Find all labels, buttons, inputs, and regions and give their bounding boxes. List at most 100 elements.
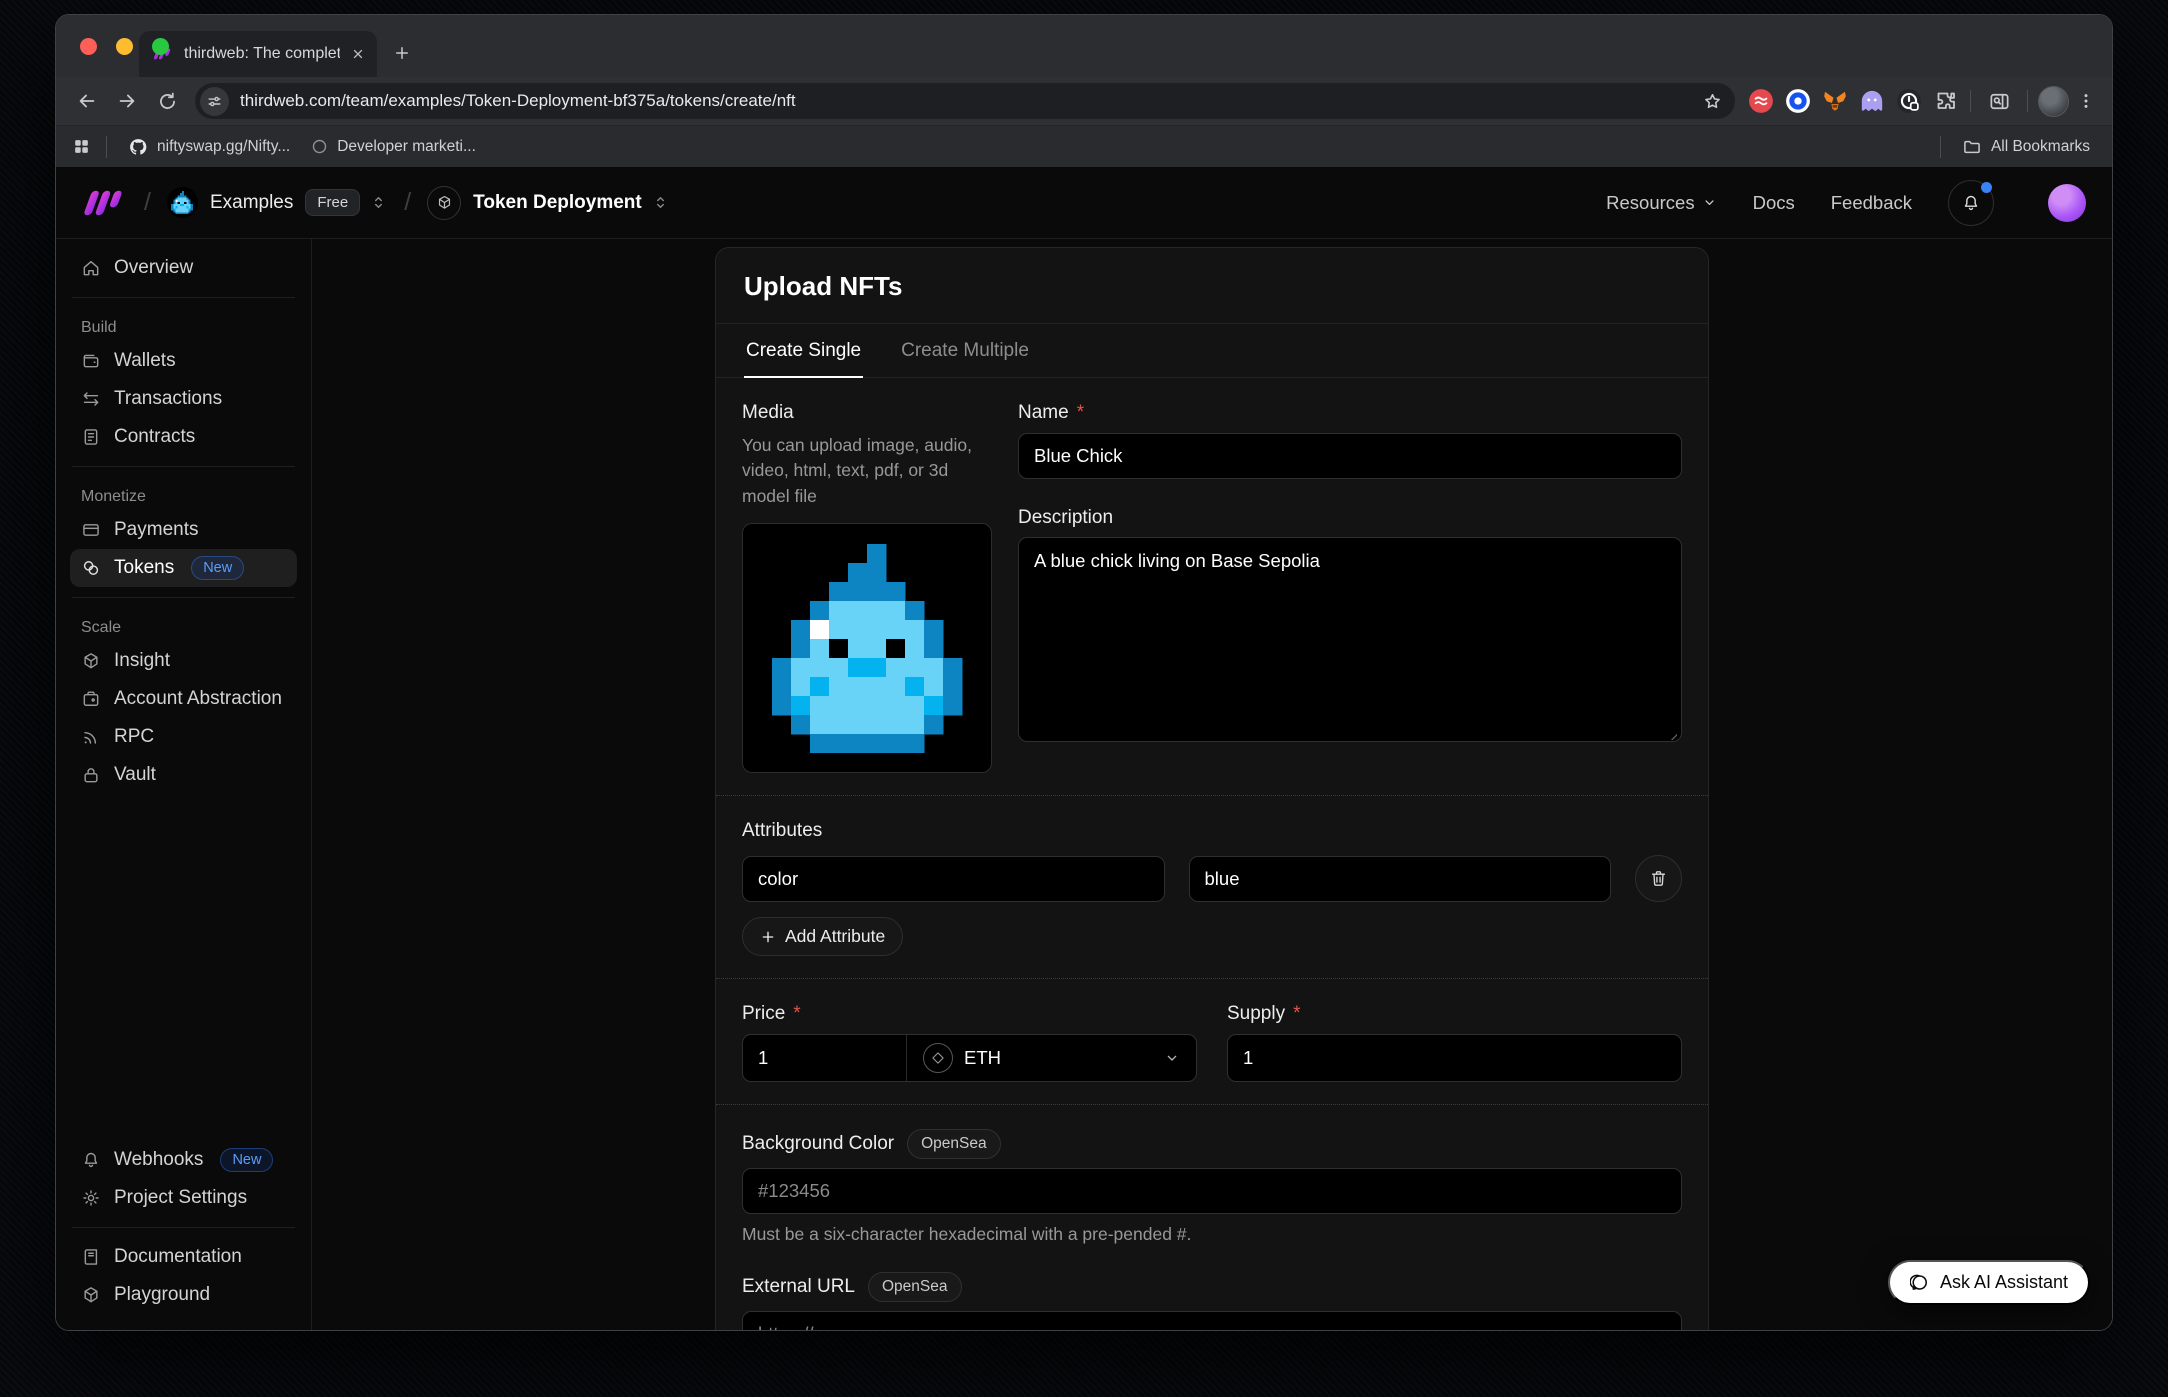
media-helper: You can upload image, audio, video, html… (742, 433, 992, 509)
tokens-icon (81, 558, 101, 578)
description-textarea[interactable]: A blue chick living on Base Sepolia (1018, 537, 1682, 742)
tab-create-single[interactable]: Create Single (744, 324, 863, 377)
browser-profile-avatar[interactable] (2038, 86, 2069, 117)
supply-input[interactable] (1227, 1034, 1682, 1082)
arrows-swap-icon (81, 389, 101, 409)
currency-select[interactable]: ETH (907, 1035, 1196, 1081)
plan-badge: Free (305, 189, 360, 216)
resources-menu[interactable]: Resources (1606, 192, 1716, 214)
external-url-input[interactable] (742, 1311, 1682, 1331)
sidebar-item-transactions[interactable]: Transactions (70, 380, 297, 418)
sidebar-section-build: Build (70, 319, 297, 337)
description-label: Description (1018, 507, 1682, 529)
add-attribute-button[interactable]: Add Attribute (742, 917, 903, 956)
breadcrumb-separator: / (404, 188, 411, 217)
side-panel-search-icon[interactable] (1981, 83, 2017, 119)
sidebar-divider (72, 597, 295, 598)
attribute-name-input[interactable] (742, 856, 1165, 902)
new-tab-button[interactable] (393, 44, 411, 62)
new-badge: New (220, 1148, 273, 1172)
media-section: Media You can upload image, audio, video… (716, 378, 1708, 795)
reload-button[interactable] (149, 83, 185, 119)
browser-menu-icon[interactable] (2073, 91, 2099, 111)
apps-grid-icon[interactable] (72, 137, 91, 156)
extension-icon-phantom[interactable] (1858, 87, 1886, 115)
project-switcher-icon[interactable] (651, 193, 670, 212)
sidebar-item-contracts[interactable]: Contracts (70, 418, 297, 456)
sidebar-item-payments[interactable]: Payments (70, 511, 297, 549)
required-marker: * (1293, 1003, 1300, 1025)
extension-icon-blue-target[interactable] (1784, 87, 1812, 115)
fullscreen-window-button[interactable] (152, 38, 169, 55)
breadcrumb-team-name[interactable]: Examples (210, 192, 293, 214)
briefcase-icon (81, 689, 101, 709)
sidebar-item-playground[interactable]: Playground (70, 1276, 297, 1314)
delete-attribute-button[interactable] (1635, 855, 1682, 902)
folder-icon (1962, 137, 1982, 157)
new-badge: New (191, 556, 244, 580)
credit-card-icon (81, 520, 101, 540)
name-label: Name* (1018, 402, 1682, 424)
sidebar-item-insight[interactable]: Insight (70, 642, 297, 680)
minimize-window-button[interactable] (116, 38, 133, 55)
name-input[interactable] (1018, 433, 1682, 479)
sidebar-item-overview[interactable]: Overview (70, 249, 297, 287)
all-bookmarks-button[interactable]: All Bookmarks (1956, 137, 2096, 157)
sidebar-section-monetize: Monetize (70, 488, 297, 506)
tab-close-icon[interactable] (351, 47, 365, 61)
all-bookmarks-label: All Bookmarks (1991, 138, 2090, 156)
ask-ai-assistant-button[interactable]: Ask AI Assistant (1888, 1260, 2090, 1305)
wallet-icon (81, 351, 101, 371)
docs-link[interactable]: Docs (1753, 192, 1795, 214)
sidebar-divider (72, 466, 295, 467)
sidebar-item-documentation[interactable]: Documentation (70, 1238, 297, 1276)
attribute-row (742, 855, 1682, 902)
app-header: / Examples Free / Token Deployment Resou (56, 167, 2112, 239)
tab-title: thirdweb: The complete web3... (184, 45, 340, 63)
site-settings-icon[interactable] (200, 87, 229, 116)
tab-create-multiple[interactable]: Create Multiple (899, 324, 1031, 377)
breadcrumb-project-name[interactable]: Token Deployment (473, 192, 642, 214)
team-switcher-icon[interactable] (369, 193, 388, 212)
background-color-helper: Must be a six-character hexadecimal with… (742, 1222, 1682, 1247)
sidebar-item-project-settings[interactable]: Project Settings (70, 1179, 297, 1217)
extension-icon-red[interactable] (1747, 87, 1775, 115)
price-group: ETH (742, 1034, 1197, 1082)
breadcrumb-separator: / (144, 188, 151, 217)
account-avatar[interactable] (2048, 184, 2086, 222)
close-window-button[interactable] (80, 38, 97, 55)
back-button[interactable] (69, 83, 105, 119)
currency-value: ETH (964, 1047, 1001, 1069)
sidebar: Overview Build Wallets Transactions Co (56, 239, 312, 1330)
desktop: thirdweb: The complete web3... (0, 0, 2168, 1397)
address-bar[interactable]: thirdweb.com/team/examples/Token-Deploym… (195, 83, 1735, 119)
sidebar-item-wallets[interactable]: Wallets (70, 342, 297, 380)
media-preview[interactable] (742, 523, 992, 773)
browser-tab[interactable]: thirdweb: The complete web3... (139, 31, 377, 77)
background-color-input[interactable] (742, 1168, 1682, 1214)
bookmark-developer-marketing[interactable]: Developer marketi... (305, 138, 482, 156)
lock-icon (81, 765, 101, 785)
thirdweb-logo[interactable] (82, 189, 128, 217)
feedback-link[interactable]: Feedback (1831, 192, 1912, 214)
forward-button[interactable] (109, 83, 145, 119)
extensions-puzzle-icon[interactable] (1932, 87, 1960, 115)
attribute-value-input[interactable] (1189, 856, 1612, 902)
price-input[interactable] (743, 1035, 907, 1081)
cube-playground-icon (81, 1285, 101, 1305)
browser-toolbar: thirdweb.com/team/examples/Token-Deploym… (56, 77, 2112, 125)
notifications-button[interactable] (1948, 180, 1994, 226)
bookmark-niftyswap[interactable]: niftyswap.gg/Nifty... (122, 137, 296, 157)
sidebar-item-tokens[interactable]: Tokens New (70, 549, 297, 587)
sidebar-item-account-abstraction[interactable]: Account Abstraction (70, 680, 297, 718)
extension-icon-metamask[interactable] (1821, 87, 1849, 115)
media-label: Media (742, 402, 992, 424)
eth-icon (923, 1043, 953, 1073)
sidebar-item-webhooks[interactable]: Webhooks New (70, 1141, 297, 1179)
toolbar-separator (2027, 90, 2028, 112)
extension-icon-timer[interactable] (1895, 87, 1923, 115)
bookmark-star-icon[interactable] (1702, 91, 1723, 112)
sidebar-item-vault[interactable]: Vault (70, 756, 297, 794)
sidebar-item-rpc[interactable]: RPC (70, 718, 297, 756)
bookmarks-separator (1940, 136, 1941, 158)
